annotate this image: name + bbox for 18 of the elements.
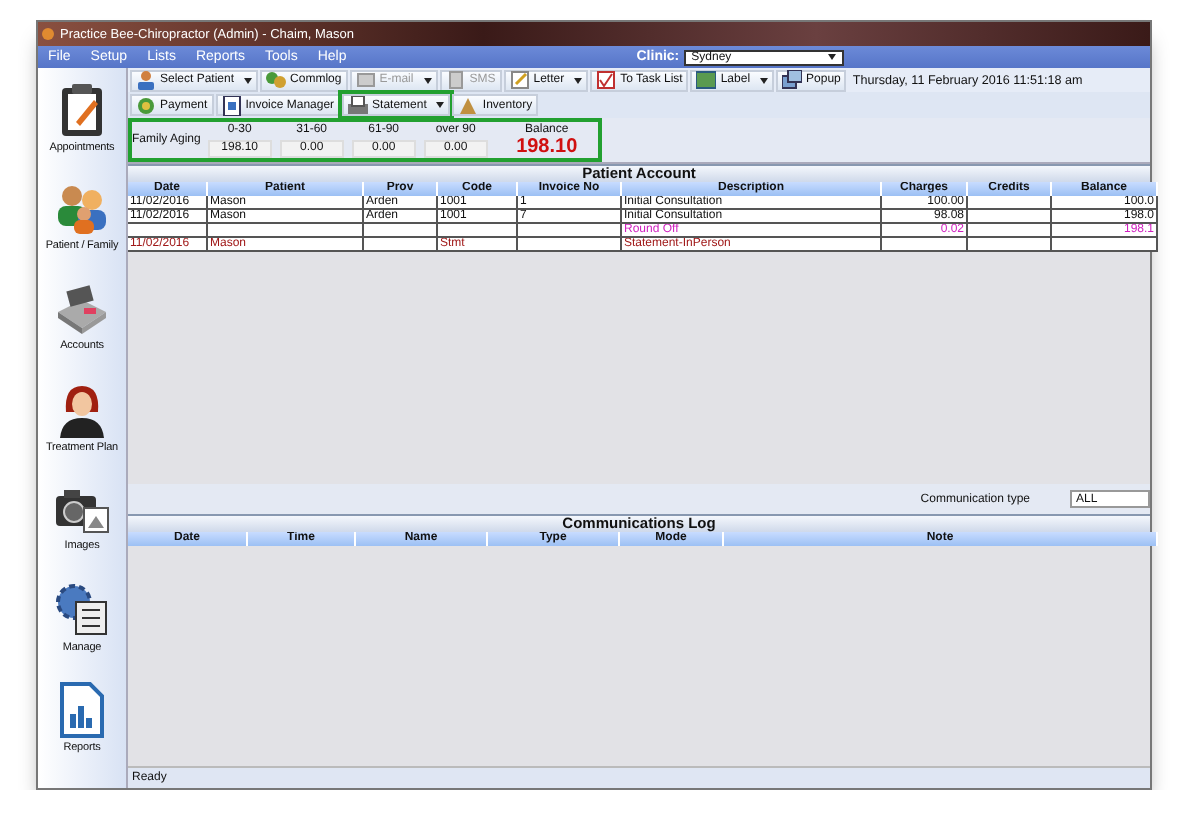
- caret-icon: [760, 77, 769, 83]
- caret-icon: [244, 77, 253, 83]
- camera-icon: [52, 484, 112, 536]
- balance-value: 198.10: [516, 135, 578, 157]
- report-icon: [58, 682, 106, 738]
- caret-icon: [423, 77, 432, 83]
- printer-icon: [348, 95, 369, 115]
- popup-icon: [782, 70, 803, 90]
- clipboard-icon: [56, 82, 108, 138]
- people-icon: [54, 184, 110, 236]
- caret-icon: [827, 54, 836, 60]
- letter-icon: [509, 70, 530, 90]
- caret-icon: [436, 102, 445, 108]
- person-icon: [56, 382, 108, 438]
- caret-icon: [574, 77, 583, 83]
- task-icon: [596, 70, 617, 90]
- app-logo-icon: [42, 28, 54, 40]
- patient-icon: [136, 70, 156, 90]
